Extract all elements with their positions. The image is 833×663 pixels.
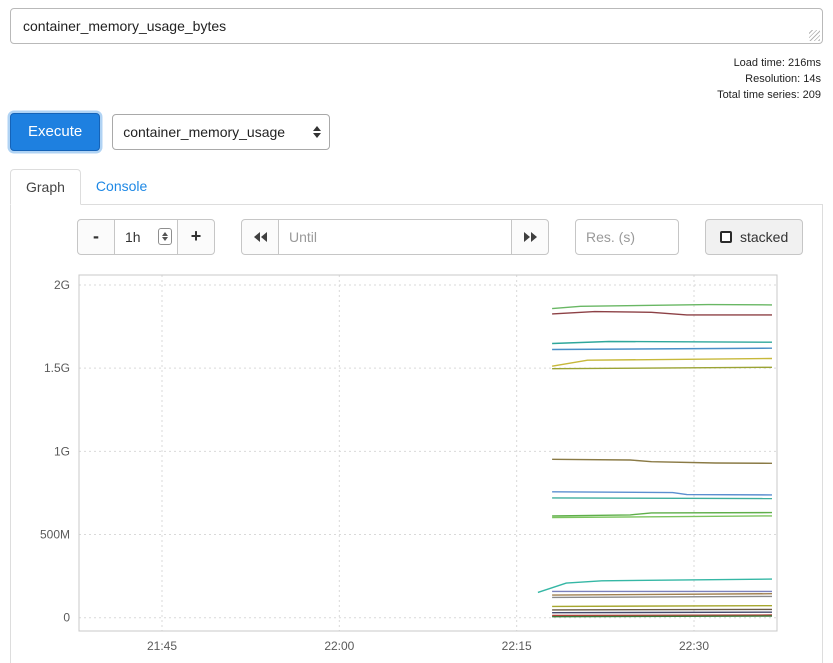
metric-select-value: container_memory_usage [123, 124, 285, 140]
load-time-text: Load time: 216ms [0, 56, 821, 72]
svg-text:1G: 1G [54, 444, 70, 458]
time-control-group [241, 219, 549, 255]
svg-text:22:15: 22:15 [502, 639, 532, 653]
graph-controls: - + [77, 219, 818, 255]
forward-button[interactable] [511, 219, 549, 255]
stacked-toggle-button[interactable]: stacked [705, 219, 803, 255]
metric-select[interactable]: container_memory_usage [112, 114, 330, 150]
rewind-button[interactable] [241, 219, 279, 255]
tabs: Graph Console [10, 169, 823, 204]
resize-grip-icon[interactable] [809, 30, 820, 41]
select-updown-icon [313, 126, 321, 138]
resolution-input[interactable] [575, 219, 679, 255]
graph-panel: - + [10, 204, 823, 663]
until-input[interactable] [278, 219, 512, 255]
query-input-wrap: container_memory_usage_bytes [10, 8, 823, 44]
tab-graph[interactable]: Graph [10, 169, 81, 205]
chart-area: 21:45 22:00 22:15 22:30 0 500M 1G 1.5G 2G [15, 263, 818, 663]
prometheus-expression-browser: container_memory_usage_bytes Load time: … [0, 0, 833, 663]
duration-control-group: - + [77, 219, 215, 255]
svg-text:22:00: 22:00 [324, 639, 354, 653]
expression-input[interactable]: container_memory_usage_bytes [10, 8, 823, 44]
svg-text:1.5G: 1.5G [44, 361, 70, 375]
svg-text:2G: 2G [54, 278, 70, 292]
checkbox-icon [720, 231, 732, 243]
query-stats: Load time: 216ms Resolution: 14s Total t… [0, 56, 821, 104]
duration-input-wrap [114, 219, 178, 255]
shrink-range-button[interactable]: - [77, 219, 115, 255]
rewind-icon [254, 232, 267, 242]
duration-input[interactable] [114, 219, 178, 255]
tab-console[interactable]: Console [81, 169, 162, 204]
execute-button[interactable]: Execute [10, 113, 100, 151]
total-series-text: Total time series: 209 [0, 88, 821, 104]
resolution-text: Resolution: 14s [0, 72, 821, 88]
chart-svg[interactable]: 21:45 22:00 22:15 22:30 0 500M 1G 1.5G 2G [15, 263, 795, 663]
stacked-label: stacked [740, 229, 788, 245]
svg-text:21:45: 21:45 [147, 639, 177, 653]
toolbar: Execute container_memory_usage [10, 113, 823, 151]
svg-text:22:30: 22:30 [679, 639, 709, 653]
svg-text:500M: 500M [40, 527, 70, 541]
forward-icon [524, 232, 537, 242]
grow-range-button[interactable]: + [177, 219, 215, 255]
tab-content: Graph Console - + [10, 169, 823, 663]
svg-text:0: 0 [63, 611, 70, 625]
